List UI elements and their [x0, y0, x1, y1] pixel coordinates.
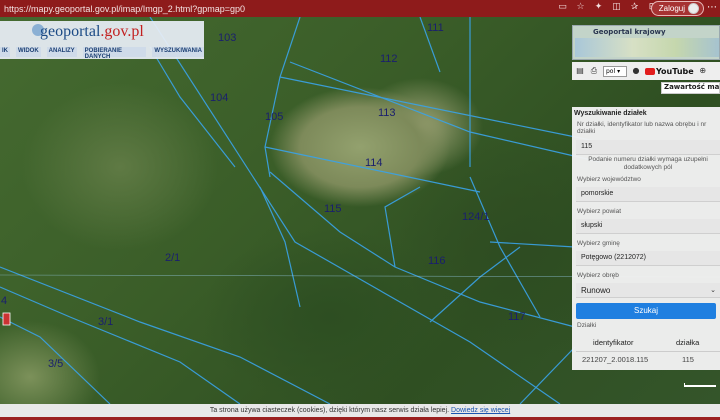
- main-menu: IK WIDOK ANALIZY POBIERANIE DANYCH WYSZU…: [0, 47, 204, 60]
- parcel-label: 116: [428, 255, 446, 267]
- youtube-link[interactable]: YouTube: [645, 67, 694, 76]
- logo-suffix-text: .gov.pl: [100, 23, 144, 40]
- results-label: Działki: [577, 322, 597, 329]
- precinct-label: Wybierz obręb: [577, 272, 619, 279]
- login-button[interactable]: Zaloguj: [650, 1, 704, 16]
- cell-parcel: 115: [682, 355, 694, 364]
- map-contents-button[interactable]: Zawartość mapy: [661, 82, 720, 94]
- globe-icon[interactable]: ⊕: [698, 66, 708, 76]
- parcel-id-input[interactable]: 115: [576, 140, 720, 155]
- extensions-icon[interactable]: ✦: [593, 2, 604, 13]
- panel-title: Wyszukiwanie działek: [574, 110, 647, 117]
- overview-minimap[interactable]: Geoportal krajowy: [572, 25, 720, 60]
- map-scale-bar: [684, 383, 716, 387]
- youtube-play-icon: [645, 67, 655, 75]
- cell-identifier: 221207_2.0018.115: [582, 355, 649, 364]
- parcel-label: 115: [324, 203, 342, 215]
- browser-toolbar-icons: ▭ ☆ ✦ ◫ ✰ ⊞: [557, 2, 658, 13]
- precinct-value: Runowo: [581, 286, 611, 295]
- precinct-select[interactable]: Runowo ⌄: [576, 283, 720, 298]
- parcel-id-label: Nr działki, identyfikator lub nazwa obrę…: [577, 121, 707, 135]
- commune-label: Wybierz gminę: [577, 240, 620, 247]
- column-header-parcel[interactable]: działka: [672, 334, 720, 351]
- menu-item-analysis[interactable]: ANALIZY: [46, 47, 77, 57]
- parcel-label: 114: [365, 157, 383, 169]
- county-select[interactable]: słupski: [576, 219, 720, 234]
- parcel-hint-text: Podanie numeru działki wymaga uzupełni d…: [588, 156, 708, 171]
- minimap-title: Geoportal krajowy: [593, 28, 666, 36]
- parcel-label: 117: [508, 311, 526, 323]
- youtube-label: YouTube: [656, 66, 694, 76]
- results-table-header: identyfikator działka: [576, 334, 720, 352]
- layers-icon[interactable]: ▤: [575, 66, 585, 76]
- language-value: pol: [606, 67, 616, 75]
- menu-item-ik[interactable]: IK: [0, 47, 10, 57]
- star-icon[interactable]: ☆: [575, 2, 586, 13]
- voivodeship-select[interactable]: pomorskie: [576, 187, 720, 202]
- parcel-label: 112: [380, 53, 398, 65]
- minimap-image: [575, 38, 719, 57]
- favorites-icon[interactable]: ✰: [629, 2, 640, 13]
- language-select[interactable]: pol ▾: [603, 65, 627, 77]
- geoportal-header: geoportal.gov.pl IK WIDOK ANALIZY POBIER…: [0, 21, 204, 60]
- parcel-label: 105: [265, 111, 284, 123]
- help-icon[interactable]: ●: [631, 66, 641, 76]
- cookie-text: Ta strona używa ciasteczek (cookies), dz…: [209, 407, 450, 414]
- more-menu-icon[interactable]: ⋯: [707, 2, 717, 13]
- county-label: Wybierz powiat: [577, 208, 622, 215]
- column-header-identifier[interactable]: identyfikator: [576, 334, 672, 351]
- parcel-label: 104: [210, 92, 229, 104]
- login-label: Zaloguj: [658, 4, 685, 13]
- commune-select[interactable]: Potęgowo (2212072): [576, 251, 720, 266]
- parcel-label: 124/1: [462, 211, 490, 223]
- cookie-more-link[interactable]: Dowiedz się więcej: [451, 407, 510, 414]
- menu-item-search[interactable]: WYSZUKIWANIA: [152, 47, 204, 57]
- parcel-search-panel: Wyszukiwanie działek Nr działki, identyf…: [572, 107, 720, 370]
- avatar-icon: [688, 3, 699, 14]
- split-screen-icon[interactable]: ◫: [611, 2, 622, 13]
- parcel-label: 113: [378, 107, 396, 119]
- print-icon[interactable]: ⎙: [589, 66, 599, 76]
- parcel-label: 3/5: [48, 358, 64, 370]
- parcel-label: 3/1: [98, 316, 114, 328]
- menu-item-view[interactable]: WIDOK: [16, 47, 41, 57]
- address-bar-url[interactable]: https://mapy.geoportal.gov.pl/imap/Imgp_…: [4, 4, 245, 14]
- parcel-label: 2/1: [165, 252, 181, 264]
- chevron-down-icon: ⌄: [710, 287, 716, 294]
- parcel-label: 103: [218, 32, 237, 44]
- cookie-notice: Ta strona używa ciasteczek (cookies), dz…: [0, 404, 720, 417]
- menu-item-download[interactable]: POBIERANIE DANYCH: [82, 47, 147, 60]
- right-toolbar: ▤ ⎙ pol ▾ ● YouTube ⊕: [572, 62, 720, 80]
- reader-view-icon[interactable]: ▭: [557, 2, 568, 13]
- parcel-label: 111: [427, 22, 444, 34]
- geoportal-logo[interactable]: geoportal.gov.pl: [40, 23, 144, 41]
- logo-main-text: geoportal: [40, 23, 101, 40]
- table-row[interactable]: 221207_2.0018.115 115: [576, 355, 720, 369]
- voivodeship-label: Wybierz województwo: [577, 176, 641, 183]
- search-button[interactable]: Szukaj: [576, 303, 716, 319]
- parcel-label: 4: [1, 295, 8, 307]
